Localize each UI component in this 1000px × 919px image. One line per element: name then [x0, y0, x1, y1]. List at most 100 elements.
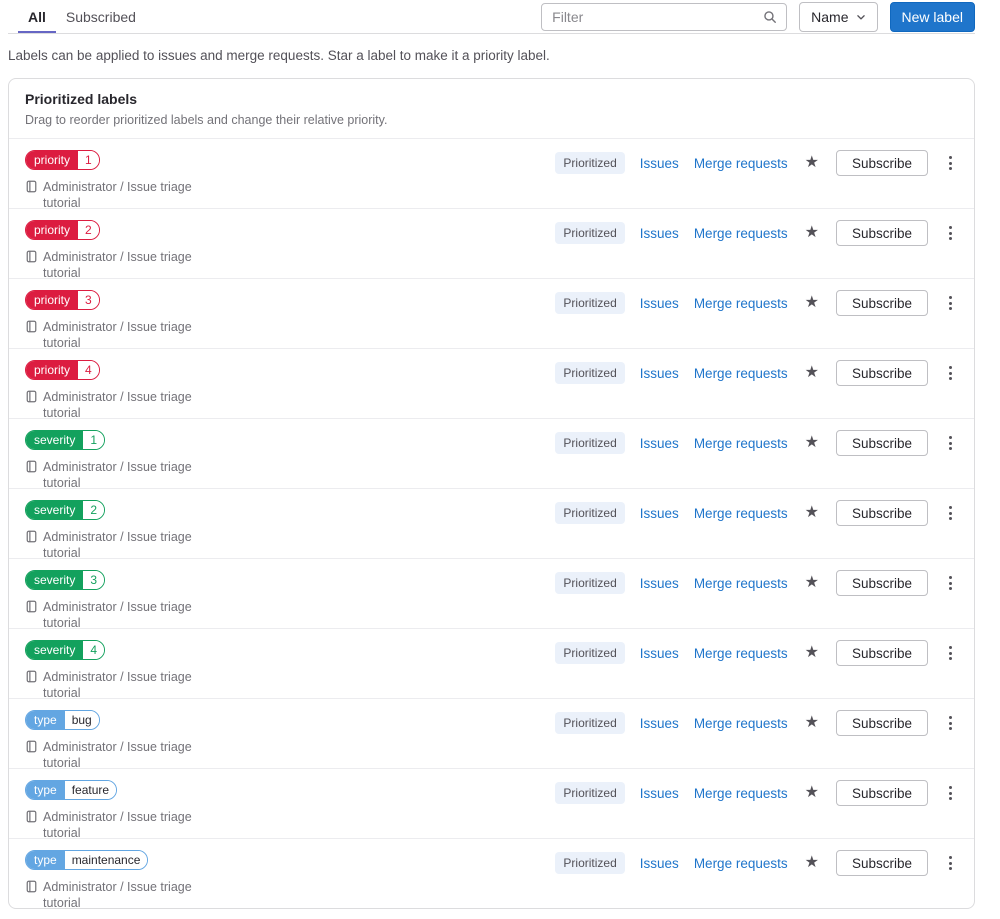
- scoped-label[interactable]: severity 1: [25, 430, 106, 450]
- scoped-label[interactable]: priority 2: [25, 220, 100, 240]
- label-row-actions: Prioritized Issues Merge requests ★ Subs…: [555, 290, 958, 316]
- subscribe-button[interactable]: Subscribe: [835, 570, 928, 596]
- subscribe-button[interactable]: Subscribe: [835, 500, 928, 526]
- project-path[interactable]: Administrator / Issue triage tutorial: [43, 460, 192, 490]
- merge-requests-link[interactable]: Merge requests: [694, 436, 788, 451]
- search-icon[interactable]: [763, 10, 786, 24]
- project-path[interactable]: Administrator / Issue triage tutorial: [43, 530, 192, 560]
- scoped-label[interactable]: priority 1: [25, 150, 100, 170]
- kebab-menu-icon[interactable]: [943, 504, 958, 522]
- project-path-line: Administrator / Issue triage tutorial: [25, 529, 217, 561]
- subscribe-button[interactable]: Subscribe: [835, 640, 928, 666]
- issues-link[interactable]: Issues: [640, 786, 679, 801]
- label-key: maintenance: [64, 851, 148, 869]
- subscribe-button[interactable]: Subscribe: [835, 290, 928, 316]
- filter-field[interactable]: [541, 2, 788, 31]
- issues-link[interactable]: Issues: [640, 716, 679, 731]
- label-info: severity 4 Administrator / Issue triage …: [25, 640, 217, 701]
- project-path-line: Administrator / Issue triage tutorial: [25, 739, 217, 771]
- project-icon: [25, 530, 38, 547]
- star-icon[interactable]: ★: [803, 365, 821, 381]
- project-path[interactable]: Administrator / Issue triage tutorial: [43, 880, 192, 908]
- scoped-label[interactable]: severity 4: [25, 640, 106, 660]
- prioritized-labels-header: Prioritized labels Drag to reorder prior…: [9, 79, 974, 138]
- merge-requests-link[interactable]: Merge requests: [694, 576, 788, 591]
- merge-requests-link[interactable]: Merge requests: [694, 716, 788, 731]
- project-path[interactable]: Administrator / Issue triage tutorial: [43, 250, 192, 280]
- kebab-menu-icon[interactable]: [943, 364, 958, 382]
- issues-link[interactable]: Issues: [640, 436, 679, 451]
- merge-requests-link[interactable]: Merge requests: [694, 506, 788, 521]
- sort-dropdown[interactable]: Name: [799, 1, 878, 32]
- subscribe-button[interactable]: Subscribe: [835, 850, 928, 876]
- new-label-button[interactable]: New label: [889, 1, 975, 32]
- merge-requests-link[interactable]: Merge requests: [694, 856, 788, 871]
- issues-link[interactable]: Issues: [640, 226, 679, 241]
- kebab-menu-icon[interactable]: [943, 224, 958, 242]
- merge-requests-link[interactable]: Merge requests: [694, 646, 788, 661]
- star-icon[interactable]: ★: [803, 855, 821, 871]
- issues-link[interactable]: Issues: [640, 366, 679, 381]
- label-row: priority 1 Administrator / Issue triage …: [9, 138, 974, 210]
- project-path[interactable]: Administrator / Issue triage tutorial: [43, 390, 192, 420]
- kebab-menu-icon[interactable]: [943, 714, 958, 732]
- issues-link[interactable]: Issues: [640, 156, 679, 171]
- kebab-menu-icon[interactable]: [943, 574, 958, 592]
- labels-topbar: All Subscribed Name New lab: [8, 0, 975, 34]
- kebab-menu-icon[interactable]: [943, 784, 958, 802]
- scoped-label[interactable]: type bug: [25, 710, 100, 730]
- subscribe-button[interactable]: Subscribe: [835, 220, 928, 246]
- label-row: severity 3 Administrator / Issue triage …: [9, 558, 974, 631]
- merge-requests-link[interactable]: Merge requests: [694, 226, 788, 241]
- tab-all[interactable]: All: [18, 0, 56, 33]
- kebab-menu-icon[interactable]: [943, 154, 958, 172]
- scoped-label[interactable]: type feature: [25, 780, 118, 800]
- issues-link[interactable]: Issues: [640, 506, 679, 521]
- star-icon[interactable]: ★: [803, 575, 821, 591]
- project-path[interactable]: Administrator / Issue triage tutorial: [43, 740, 192, 770]
- project-path[interactable]: Administrator / Issue triage tutorial: [43, 180, 192, 210]
- project-path[interactable]: Administrator / Issue triage tutorial: [43, 670, 192, 700]
- tab-subscribed[interactable]: Subscribed: [56, 0, 146, 33]
- kebab-menu-icon[interactable]: [943, 644, 958, 662]
- merge-requests-link[interactable]: Merge requests: [694, 366, 788, 381]
- scoped-label[interactable]: severity 2: [25, 500, 106, 520]
- star-icon[interactable]: ★: [803, 295, 821, 311]
- merge-requests-link[interactable]: Merge requests: [694, 786, 788, 801]
- star-icon[interactable]: ★: [803, 435, 821, 451]
- subscribe-button[interactable]: Subscribe: [835, 430, 928, 456]
- star-icon[interactable]: ★: [803, 155, 821, 171]
- kebab-menu-icon[interactable]: [943, 854, 958, 872]
- filter-input[interactable]: [542, 8, 764, 25]
- scoped-label[interactable]: severity 3: [25, 570, 106, 590]
- star-icon[interactable]: ★: [803, 715, 821, 731]
- label-info: severity 3 Administrator / Issue triage …: [25, 570, 217, 631]
- merge-requests-link[interactable]: Merge requests: [694, 296, 788, 311]
- issues-link[interactable]: Issues: [640, 296, 679, 311]
- scoped-label[interactable]: type maintenance: [25, 850, 149, 870]
- kebab-menu-icon[interactable]: [943, 294, 958, 312]
- subscribe-button[interactable]: Subscribe: [835, 360, 928, 386]
- issues-link[interactable]: Issues: [640, 856, 679, 871]
- project-path[interactable]: Administrator / Issue triage tutorial: [43, 600, 192, 630]
- kebab-menu-icon[interactable]: [943, 434, 958, 452]
- scoped-label[interactable]: priority 4: [25, 360, 100, 380]
- project-path[interactable]: Administrator / Issue triage tutorial: [43, 320, 192, 350]
- star-icon[interactable]: ★: [803, 225, 821, 241]
- subscribe-button[interactable]: Subscribe: [835, 780, 928, 806]
- label-scope: severity: [26, 501, 84, 519]
- scoped-label[interactable]: priority 3: [25, 290, 100, 310]
- label-info: severity 1 Administrator / Issue triage …: [25, 430, 217, 491]
- labels-list: priority 1 Administrator / Issue triage …: [9, 138, 974, 908]
- project-icon: [25, 390, 38, 407]
- subscribe-button[interactable]: Subscribe: [835, 150, 928, 176]
- issues-link[interactable]: Issues: [640, 646, 679, 661]
- issues-link[interactable]: Issues: [640, 576, 679, 591]
- project-path[interactable]: Administrator / Issue triage tutorial: [43, 810, 192, 840]
- star-icon[interactable]: ★: [803, 645, 821, 661]
- subscribe-button[interactable]: Subscribe: [835, 710, 928, 736]
- star-icon[interactable]: ★: [803, 785, 821, 801]
- star-icon[interactable]: ★: [803, 505, 821, 521]
- prioritized-badge: Prioritized: [555, 852, 625, 874]
- merge-requests-link[interactable]: Merge requests: [694, 156, 788, 171]
